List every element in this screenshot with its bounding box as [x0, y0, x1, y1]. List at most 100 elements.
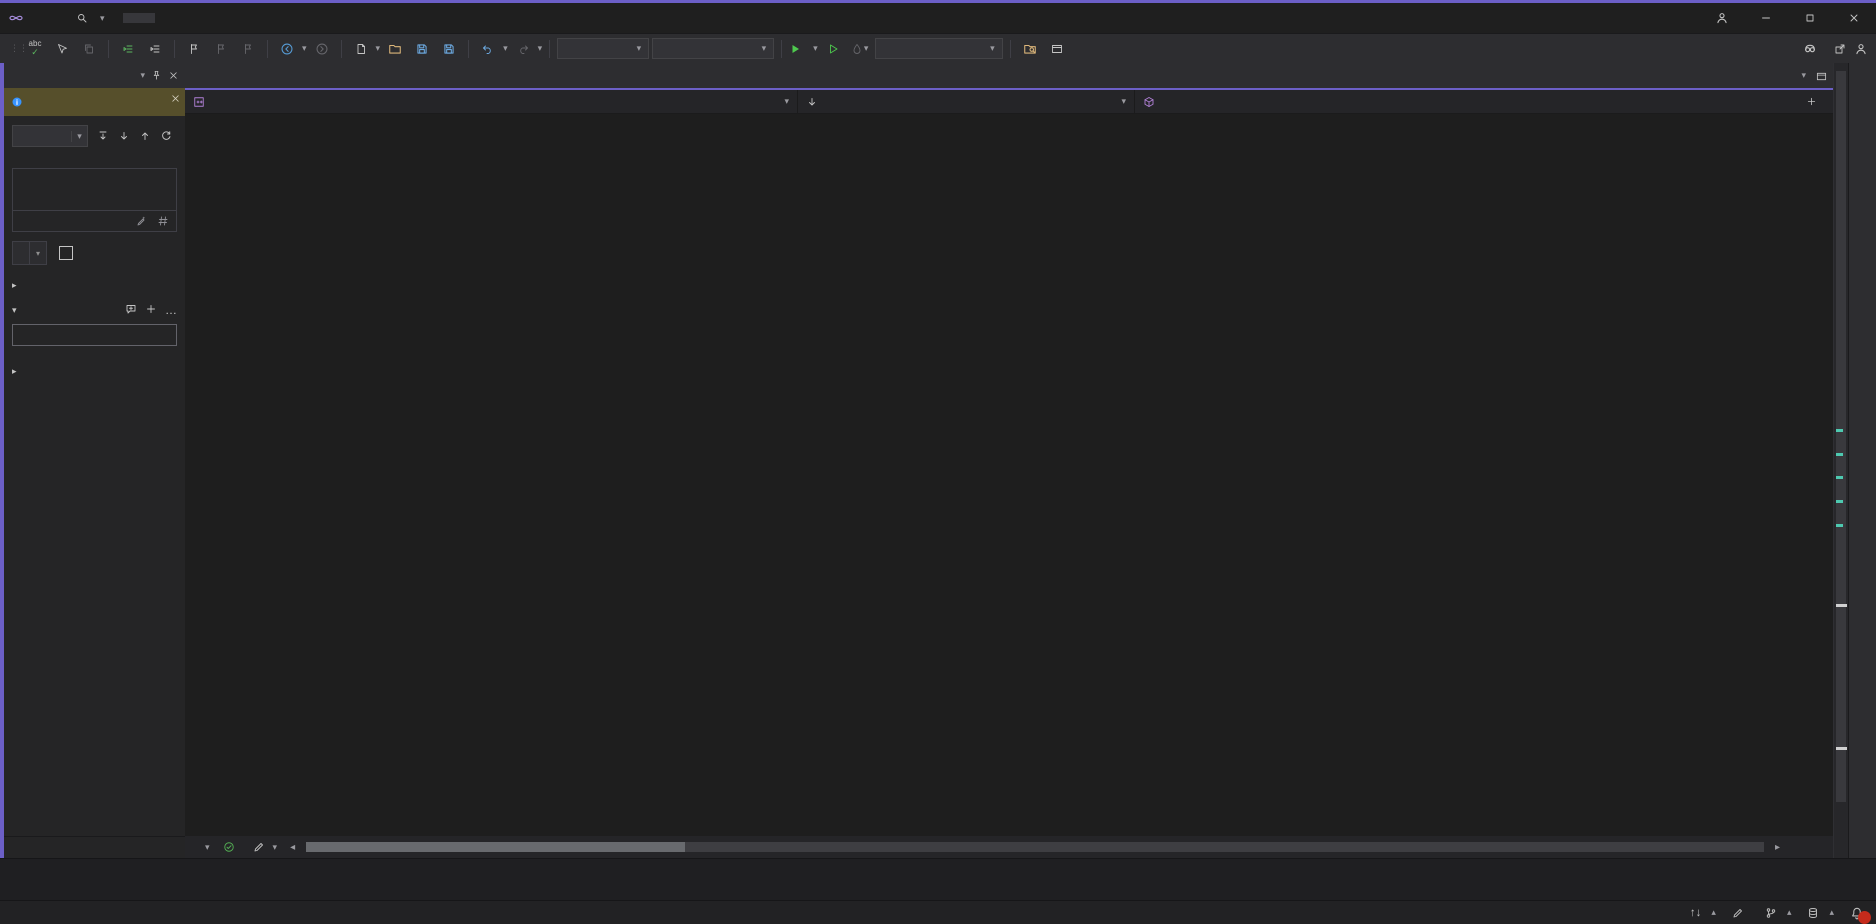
scrollbar-thumb[interactable]: [306, 842, 685, 852]
navigate-forward-button[interactable]: [310, 38, 334, 60]
scroll-left-arrow[interactable]: ◂: [290, 842, 295, 853]
undo-button[interactable]: [476, 38, 500, 60]
copilot-icon[interactable]: [1802, 41, 1818, 57]
branch-selector[interactable]: ▾: [12, 125, 88, 147]
vertical-scrollbar[interactable]: [1833, 63, 1848, 858]
start-without-debug-button[interactable]: [821, 38, 845, 60]
more-actions-icon[interactable]: …: [165, 303, 177, 317]
copy-button[interactable]: [77, 38, 101, 60]
fetch-icon[interactable]: [97, 130, 109, 142]
commits-row: [4, 152, 185, 159]
split-editor-icon[interactable]: [1798, 96, 1825, 107]
chevron-down-icon[interactable]: ▾: [503, 44, 508, 53]
amend-checkbox[interactable]: [59, 246, 73, 260]
toolbar-separator: [549, 40, 550, 58]
save-button[interactable]: [410, 38, 434, 60]
popout-icon[interactable]: [1834, 43, 1846, 55]
chevron-down-icon[interactable]: ▾: [538, 44, 543, 53]
close-icon[interactable]: [168, 70, 179, 81]
navigate-back-button[interactable]: [275, 38, 299, 60]
pencil-icon: [1732, 907, 1744, 919]
zoom-selector[interactable]: ▾: [193, 843, 214, 852]
editor-statusbar: ▾ ▾ ◂ ▸: [185, 836, 1833, 858]
main-toolbar: ⋮⋮ abc✓ ▾ ▾ ▾ ▾ ▾ ▾ ▾ ▾: [0, 33, 1876, 63]
chevron-down-icon[interactable]: ▾: [376, 44, 381, 53]
git-panel-header[interactable]: ▾: [4, 63, 185, 88]
float-window-icon[interactable]: [1816, 71, 1827, 82]
up-down-arrows: ↑↓: [1690, 907, 1702, 919]
open-folder-button[interactable]: [383, 38, 407, 60]
search-control[interactable]: ▾: [76, 12, 105, 24]
commit-message-input[interactable]: [13, 169, 176, 209]
editor-column: ▾ ▾ ▾: [185, 63, 1833, 858]
next-bookmark-button[interactable]: [236, 38, 260, 60]
document-list-dropdown-icon[interactable]: ▾: [1801, 71, 1806, 82]
save-all-button[interactable]: [437, 38, 461, 60]
pull-icon[interactable]: [118, 130, 130, 142]
toolbar-separator: [341, 40, 342, 58]
chevron-down-icon[interactable]: ▾: [140, 71, 145, 80]
member-dropdown[interactable]: [1135, 90, 1833, 113]
redo-button[interactable]: [511, 38, 535, 60]
spell-check-button[interactable]: abc✓: [23, 38, 47, 60]
new-file-button[interactable]: [349, 38, 373, 60]
related-items-section[interactable]: ▸: [4, 274, 185, 297]
maximize-button[interactable]: [1788, 3, 1832, 33]
window-layout-button[interactable]: [1045, 38, 1069, 60]
repo-icon: [1807, 907, 1819, 919]
ai-message-icon[interactable]: [135, 215, 147, 227]
scrollbar-mark: [1836, 747, 1847, 750]
minimize-button[interactable]: [1744, 3, 1788, 33]
comment-plus-icon[interactable]: [125, 303, 137, 317]
statusbar-right: ↑↓ ▴ ▴ ▴: [1690, 906, 1864, 920]
code-editor[interactable]: [185, 114, 1833, 836]
copilot-area: [1802, 41, 1868, 57]
type-dropdown[interactable]: ▾: [798, 90, 1134, 113]
project-dropdown[interactable]: ▾: [185, 90, 797, 113]
code-cleanup-button[interactable]: ▾: [249, 841, 282, 853]
toolbar-grip[interactable]: ⋮⋮: [10, 46, 18, 51]
feedback-person-icon[interactable]: [1854, 42, 1868, 56]
start-debug-button[interactable]: ▾: [789, 38, 818, 60]
horizontal-scrollbar[interactable]: [306, 842, 1764, 852]
profiler-button[interactable]: ▾: [848, 38, 872, 60]
pin-icon[interactable]: [151, 70, 162, 81]
chevron-down-icon[interactable]: ▾: [302, 44, 307, 53]
titlebar: ▾: [0, 3, 1876, 33]
format-outdent-button[interactable]: [143, 38, 167, 60]
format-indent-button[interactable]: [116, 38, 140, 60]
toolbar-separator: [781, 40, 782, 58]
pending-edits-widget[interactable]: [1732, 907, 1749, 919]
account-icon[interactable]: [1700, 3, 1744, 33]
banner-close-icon[interactable]: [170, 93, 181, 104]
push-icon[interactable]: [139, 130, 151, 142]
main-area: ▾ ▾: [0, 63, 1876, 858]
code-health-indicator[interactable]: [223, 841, 240, 853]
scrollbar-thumb[interactable]: [1836, 71, 1846, 802]
scrollbar-mark: [1836, 500, 1843, 503]
platform-combo[interactable]: ▾: [652, 38, 774, 59]
branch-widget[interactable]: ▴: [1765, 907, 1792, 919]
search-icon: [76, 12, 88, 24]
stage-all-plus-icon[interactable]: [145, 303, 157, 317]
changes-filter-input[interactable]: [12, 324, 177, 346]
configuration-combo[interactable]: ▾: [557, 38, 649, 59]
stash-section[interactable]: ▸: [4, 360, 185, 383]
issue-hash-icon[interactable]: [157, 215, 169, 227]
prev-bookmark-button[interactable]: [209, 38, 233, 60]
output-panel: [0, 858, 1876, 900]
changes-section[interactable]: ▾ …: [4, 297, 185, 323]
toggle-bookmark-button[interactable]: [182, 38, 206, 60]
notifications-widget[interactable]: [1850, 906, 1864, 920]
close-window-button[interactable]: [1832, 3, 1876, 33]
chevron-down-icon[interactable]: ▾: [29, 242, 46, 264]
ahead-behind-widget[interactable]: ↑↓ ▴: [1690, 907, 1716, 919]
repo-widget[interactable]: ▴: [1807, 907, 1834, 919]
commit-all-button[interactable]: ▾: [12, 241, 47, 265]
attach-process-button[interactable]: [1018, 38, 1042, 60]
auto-combo[interactable]: ▾: [875, 38, 1003, 59]
sync-icon[interactable]: [160, 130, 172, 142]
scroll-right-arrow[interactable]: ▸: [1775, 842, 1780, 853]
navigate-cursor-button[interactable]: [50, 38, 74, 60]
output-panel-title: [10, 862, 1866, 876]
